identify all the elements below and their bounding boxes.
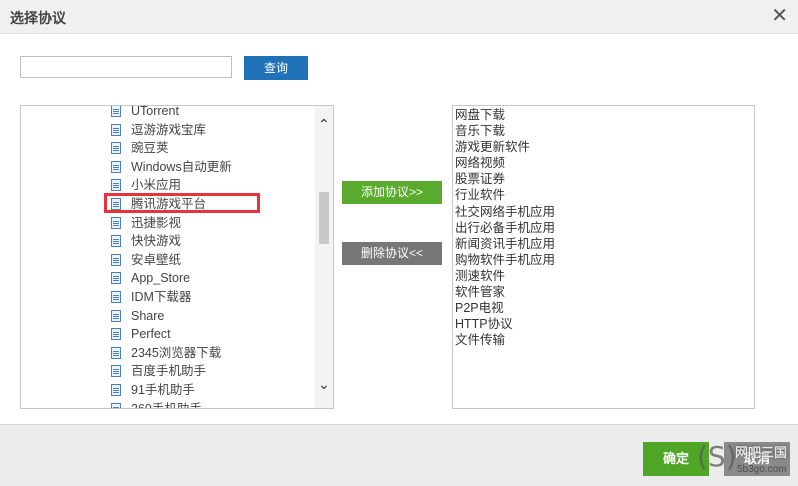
protocol-label: 安卓壁纸 — [131, 252, 182, 267]
list-scrollbar[interactable]: ⌃ ⌄ — [315, 106, 333, 408]
document-icon — [111, 272, 121, 285]
protocol-label: Perfect — [131, 327, 171, 342]
selected-protocol-item[interactable]: 行业软件 — [453, 187, 555, 203]
selected-protocol-item[interactable]: HTTP协议 — [453, 316, 555, 332]
selected-protocol-item[interactable]: 购物软件手机应用 — [453, 252, 555, 268]
protocol-list-item[interactable]: 迅捷影视 — [21, 214, 313, 233]
protocol-list-item[interactable]: App_Store — [21, 269, 313, 288]
selected-protocol-item[interactable]: 股票证券 — [453, 171, 555, 187]
protocol-list-item[interactable]: IDM下载器 — [21, 288, 313, 307]
selected-protocols-items: 网盘下载 音乐下载 游戏更新软件 网络视频 股票证券 行业软件 社交网络手机应用 出行必备手机… — [453, 107, 555, 348]
protocol-list-item[interactable]: 逗游游戏宝库 — [21, 121, 313, 140]
protocol-list-item[interactable]: 360手机助手 — [21, 400, 313, 409]
protocol-label: 360手机助手 — [131, 401, 202, 409]
protocol-label: UTorrent — [131, 105, 179, 118]
protocol-label: 91手机助手 — [131, 382, 195, 397]
protocol-label: 迅捷影视 — [131, 215, 182, 230]
selected-protocol-item[interactable]: 音乐下载 — [453, 123, 555, 139]
document-icon — [111, 235, 121, 248]
document-icon — [111, 402, 121, 408]
dialog-title: 选择协议 — [10, 10, 66, 26]
document-icon — [111, 328, 121, 341]
ok-button[interactable]: 确定 — [643, 442, 709, 476]
selected-protocol-item[interactable]: 文件传输 — [453, 332, 555, 348]
protocol-label: 百度手机助手 — [131, 364, 207, 379]
search-input[interactable] — [20, 56, 232, 78]
document-icon — [111, 365, 121, 378]
protocol-list-item[interactable]: UTorrent — [21, 105, 313, 121]
protocol-label: App_Store — [131, 271, 191, 286]
add-protocol-button[interactable]: 添加协议>> — [342, 181, 442, 204]
document-icon — [111, 142, 121, 155]
document-icon — [111, 383, 121, 396]
document-icon — [111, 309, 121, 322]
protocol-label: 小米应用 — [131, 178, 182, 193]
protocol-list-item[interactable]: Share — [21, 307, 313, 326]
protocol-list-item[interactable]: Windows自动更新 — [21, 158, 313, 177]
available-protocols-list[interactable]: UTorrent 逗游游戏宝库 豌豆荚 Windows自动更新 小米应用 腾讯游戏平台 迅捷… — [20, 105, 334, 409]
document-icon — [111, 123, 121, 136]
document-icon — [111, 253, 121, 266]
remove-protocol-button[interactable]: 删除协议<< — [342, 242, 442, 265]
selected-protocol-item[interactable]: 网络视频 — [453, 155, 555, 171]
protocol-list-item[interactable]: 豌豆荚 — [21, 139, 313, 158]
protocol-list-item[interactable]: 快快游戏 — [21, 232, 313, 251]
document-icon — [111, 160, 121, 173]
cancel-button[interactable]: 取消 — [724, 442, 790, 476]
selected-protocol-item[interactable]: 测速软件 — [453, 268, 555, 284]
query-button[interactable]: 查询 — [244, 56, 308, 80]
selected-protocol-item[interactable]: 社交网络手机应用 — [453, 204, 555, 220]
selected-protocols-list[interactable]: 网盘下载 音乐下载 游戏更新软件 网络视频 股票证券 行业软件 社交网络手机应用 出行必备手机… — [452, 105, 755, 409]
scrollbar-thumb[interactable] — [319, 192, 329, 244]
protocol-list-item[interactable]: 2345浏览器下载 — [21, 344, 313, 363]
document-icon — [111, 216, 121, 229]
document-icon — [111, 179, 121, 192]
protocol-label: 2345浏览器下载 — [131, 345, 222, 360]
protocol-label: IDM下载器 — [131, 289, 192, 304]
dialog-titlebar: 选择协议 ✕ — [0, 0, 798, 34]
selected-protocol-item[interactable]: 网盘下载 — [453, 107, 555, 123]
selected-protocol-item[interactable]: 新闻资讯手机应用 — [453, 236, 555, 252]
protocol-label: 快快游戏 — [131, 234, 182, 249]
document-icon — [111, 346, 121, 359]
scroll-down-icon[interactable]: ⌄ — [318, 377, 330, 391]
selected-protocol-item[interactable]: 游戏更新软件 — [453, 139, 555, 155]
protocol-label: 豌豆荚 — [131, 141, 169, 156]
protocol-label: 逗游游戏宝库 — [131, 122, 207, 137]
scroll-up-icon[interactable]: ⌃ — [318, 117, 330, 131]
document-icon — [111, 106, 121, 117]
selected-protocol-item[interactable]: P2P电视 — [453, 300, 555, 316]
protocol-list-item[interactable]: 91手机助手 — [21, 381, 313, 400]
protocol-list-item[interactable]: 安卓壁纸 — [21, 251, 313, 270]
document-icon — [111, 290, 121, 303]
close-icon[interactable]: ✕ — [771, 4, 788, 28]
selected-protocol-item[interactable]: 出行必备手机应用 — [453, 220, 555, 236]
protocol-list-item[interactable]: 百度手机助手 — [21, 362, 313, 381]
protocol-label: Windows自动更新 — [131, 159, 232, 174]
protocol-label: Share — [131, 308, 165, 323]
selection-highlight-box — [104, 193, 260, 213]
protocol-list-item[interactable]: Perfect — [21, 325, 313, 344]
selected-protocol-item[interactable]: 软件管家 — [453, 284, 555, 300]
available-protocols-items: UTorrent 逗游游戏宝库 豌豆荚 Windows自动更新 小米应用 腾讯游戏平台 迅捷… — [21, 105, 313, 409]
